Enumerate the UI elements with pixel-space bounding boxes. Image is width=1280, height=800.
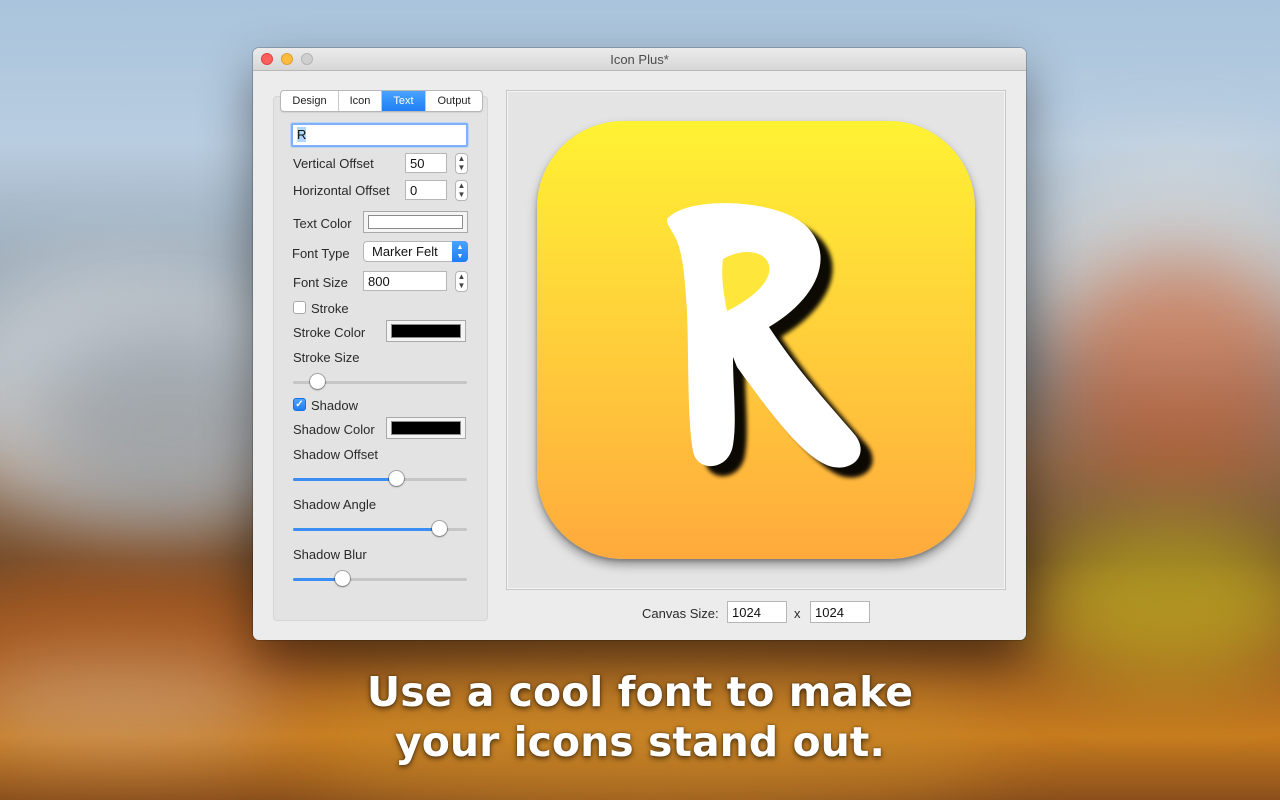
shadow-offset-label: Shadow Offset bbox=[293, 447, 379, 462]
font-size-label: Font Size bbox=[293, 275, 348, 290]
tab-design[interactable]: Design bbox=[281, 91, 339, 111]
text-color-well[interactable] bbox=[363, 211, 468, 233]
stroke-checkbox[interactable] bbox=[293, 301, 306, 314]
letter-glyph bbox=[667, 203, 873, 478]
font-size-stepper[interactable]: ▲ ▼ bbox=[455, 271, 468, 292]
popup-arrows-icon: ▲ ▼ bbox=[452, 241, 468, 262]
shadow-angle-label: Shadow Angle bbox=[293, 497, 377, 512]
stroke-color-well[interactable] bbox=[386, 320, 466, 342]
font-type-popup[interactable]: Marker Felt ▲ ▼ bbox=[363, 241, 468, 262]
stroke-color-swatch bbox=[391, 324, 461, 338]
horizontal-offset-stepper[interactable]: ▲ ▼ bbox=[455, 180, 468, 201]
canvas-size-label: Canvas Size: bbox=[642, 606, 719, 621]
vertical-offset-label: Vertical Offset bbox=[293, 156, 374, 171]
shadow-color-swatch bbox=[391, 421, 461, 435]
window-title: Icon Plus* bbox=[610, 52, 669, 67]
tab-bar: Design Icon Text Output bbox=[280, 90, 483, 112]
icon-preview: R bbox=[537, 121, 975, 559]
title-bar: Icon Plus* bbox=[253, 48, 1026, 71]
text-input-value: R bbox=[297, 127, 307, 142]
font-type-value: Marker Felt bbox=[372, 244, 438, 259]
canvas-size-separator: x bbox=[794, 606, 801, 621]
stroke-color-label: Stroke Color bbox=[293, 325, 366, 340]
app-window: Icon Plus* Design Icon Text Output R Ver… bbox=[253, 48, 1026, 640]
shadow-blur-slider[interactable] bbox=[293, 569, 467, 589]
tagline-line-2: your icons stand out. bbox=[395, 718, 885, 766]
shadow-blur-label: Shadow Blur bbox=[293, 547, 367, 562]
tab-output[interactable]: Output bbox=[426, 91, 482, 111]
shadow-angle-slider[interactable] bbox=[293, 519, 467, 539]
text-color-label: Text Color bbox=[293, 216, 352, 231]
slider-knob[interactable] bbox=[310, 374, 325, 389]
vertical-offset-field[interactable]: 50 bbox=[405, 153, 447, 173]
font-type-label: Font Type bbox=[292, 246, 350, 261]
shadow-label: Shadow bbox=[311, 398, 358, 413]
stroke-size-label: Stroke Size bbox=[293, 350, 360, 365]
stroke-label: Stroke bbox=[311, 301, 349, 316]
slider-knob[interactable] bbox=[432, 521, 447, 536]
shadow-color-label: Shadow Color bbox=[293, 422, 375, 437]
canvas-width-field[interactable]: 1024 bbox=[727, 601, 787, 623]
text-input[interactable]: R bbox=[291, 123, 468, 147]
vertical-offset-stepper[interactable]: ▲ ▼ bbox=[455, 153, 468, 174]
text-color-swatch bbox=[368, 215, 463, 229]
slider-knob[interactable] bbox=[335, 571, 350, 586]
shadow-offset-slider[interactable] bbox=[293, 469, 467, 489]
tab-text[interactable]: Text bbox=[382, 91, 426, 111]
shadow-checkbox[interactable]: ✓ bbox=[293, 398, 306, 411]
shadow-color-well[interactable] bbox=[386, 417, 466, 439]
stroke-size-slider[interactable] bbox=[293, 372, 467, 392]
preview-canvas: R bbox=[506, 90, 1006, 590]
tagline-line-1: Use a cool font to make bbox=[366, 668, 914, 716]
horizontal-offset-label: Horizontal Offset bbox=[293, 183, 390, 198]
slider-knob[interactable] bbox=[389, 471, 404, 486]
horizontal-offset-field[interactable]: 0 bbox=[405, 180, 447, 200]
canvas-height-field[interactable]: 1024 bbox=[810, 601, 870, 623]
font-size-field[interactable]: 800 bbox=[363, 271, 447, 291]
checkmark-icon: ✓ bbox=[295, 399, 304, 410]
tab-icon[interactable]: Icon bbox=[339, 91, 382, 111]
